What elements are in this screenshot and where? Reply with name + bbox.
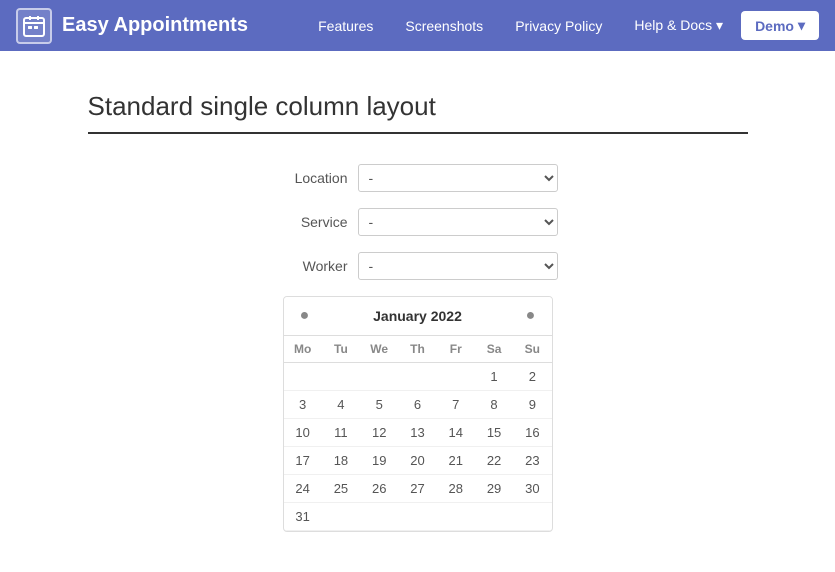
- calendar-day[interactable]: 2: [513, 363, 551, 391]
- weekday-we: We: [360, 336, 398, 363]
- calendar-day: [322, 503, 360, 531]
- page-title: Standard single column layout: [88, 91, 748, 122]
- calendar-day[interactable]: 5: [360, 391, 398, 419]
- navbar: Easy Appointments Features Screenshots P…: [0, 0, 835, 51]
- calendar-day: [437, 503, 475, 531]
- calendar-day[interactable]: 23: [513, 447, 551, 475]
- service-label: Service: [278, 214, 348, 230]
- calendar-week-row: 24252627282930: [284, 475, 552, 503]
- calendar-day[interactable]: 21: [437, 447, 475, 475]
- calendar-day: [360, 503, 398, 531]
- calendar-day[interactable]: 13: [398, 419, 436, 447]
- calendar-day[interactable]: 4: [322, 391, 360, 419]
- calendar-day: [475, 503, 513, 531]
- calendar-header: ● January 2022 ●: [284, 297, 552, 335]
- calendar-day: [322, 363, 360, 391]
- calendar-week-row: 3456789: [284, 391, 552, 419]
- worker-select[interactable]: -: [358, 252, 558, 280]
- calendar-week-row: 12: [284, 363, 552, 391]
- nav-features[interactable]: Features: [304, 10, 387, 42]
- calendar-day[interactable]: 29: [475, 475, 513, 503]
- brand-label: Easy Appointments: [62, 14, 248, 37]
- weekday-tu: Tu: [322, 336, 360, 363]
- calendar-day: [513, 503, 551, 531]
- weekday-mo: Mo: [284, 336, 322, 363]
- calendar-day[interactable]: 24: [284, 475, 322, 503]
- brand-link[interactable]: Easy Appointments: [16, 8, 248, 44]
- calendar-day: [398, 363, 436, 391]
- calendar-day[interactable]: 25: [322, 475, 360, 503]
- calendar-day[interactable]: 3: [284, 391, 322, 419]
- calendar-day[interactable]: 16: [513, 419, 551, 447]
- calendar-day: [398, 503, 436, 531]
- calendar-body: 1234567891011121314151617181920212223242…: [284, 363, 552, 531]
- nav-demo[interactable]: Demo ▾: [741, 11, 819, 40]
- calendar-wrapper: ● January 2022 ● Mo Tu We Th Fr Sa Su: [88, 296, 748, 532]
- calendar-day[interactable]: 30: [513, 475, 551, 503]
- location-label: Location: [278, 170, 348, 186]
- service-group: Service -: [88, 208, 748, 236]
- calendar-day[interactable]: 14: [437, 419, 475, 447]
- next-month-button[interactable]: ●: [519, 305, 541, 327]
- calendar-weekday-row: Mo Tu We Th Fr Sa Su: [284, 336, 552, 363]
- location-group: Location -: [88, 164, 748, 192]
- calendar-day[interactable]: 26: [360, 475, 398, 503]
- title-divider: [88, 132, 748, 134]
- weekday-th: Th: [398, 336, 436, 363]
- calendar-day: [284, 363, 322, 391]
- calendar-week-row: 17181920212223: [284, 447, 552, 475]
- calendar-week-row: 31: [284, 503, 552, 531]
- calendar-day[interactable]: 6: [398, 391, 436, 419]
- location-select[interactable]: -: [358, 164, 558, 192]
- calendar: ● January 2022 ● Mo Tu We Th Fr Sa Su: [283, 296, 553, 532]
- weekday-sa: Sa: [475, 336, 513, 363]
- calendar-grid: Mo Tu We Th Fr Sa Su 1234567891011121314…: [284, 335, 552, 531]
- calendar-day[interactable]: 20: [398, 447, 436, 475]
- brand-logo-icon: [16, 8, 52, 44]
- calendar-month-title: January 2022: [373, 308, 462, 324]
- calendar-day[interactable]: 27: [398, 475, 436, 503]
- service-select[interactable]: -: [358, 208, 558, 236]
- calendar-day[interactable]: 12: [360, 419, 398, 447]
- prev-month-button[interactable]: ●: [294, 305, 316, 327]
- calendar-day[interactable]: 11: [322, 419, 360, 447]
- calendar-day: [437, 363, 475, 391]
- nav-help-docs[interactable]: Help & Docs ▾: [620, 9, 737, 42]
- calendar-day[interactable]: 15: [475, 419, 513, 447]
- calendar-day[interactable]: 19: [360, 447, 398, 475]
- calendar-day[interactable]: 8: [475, 391, 513, 419]
- calendar-day[interactable]: 7: [437, 391, 475, 419]
- calendar-week-row: 10111213141516: [284, 419, 552, 447]
- nav-links: Features Screenshots Privacy Policy Help…: [304, 9, 819, 42]
- main-content: Standard single column layout Location -…: [68, 91, 768, 532]
- calendar-day: [360, 363, 398, 391]
- weekday-su: Su: [513, 336, 551, 363]
- calendar-day[interactable]: 1: [475, 363, 513, 391]
- worker-group: Worker -: [88, 252, 748, 280]
- nav-screenshots[interactable]: Screenshots: [391, 10, 497, 42]
- worker-label: Worker: [278, 258, 348, 274]
- calendar-day[interactable]: 10: [284, 419, 322, 447]
- calendar-day[interactable]: 28: [437, 475, 475, 503]
- calendar-day[interactable]: 9: [513, 391, 551, 419]
- calendar-day[interactable]: 31: [284, 503, 322, 531]
- calendar-day[interactable]: 22: [475, 447, 513, 475]
- calendar-day[interactable]: 18: [322, 447, 360, 475]
- nav-privacy-policy[interactable]: Privacy Policy: [501, 10, 616, 42]
- calendar-day[interactable]: 17: [284, 447, 322, 475]
- weekday-fr: Fr: [437, 336, 475, 363]
